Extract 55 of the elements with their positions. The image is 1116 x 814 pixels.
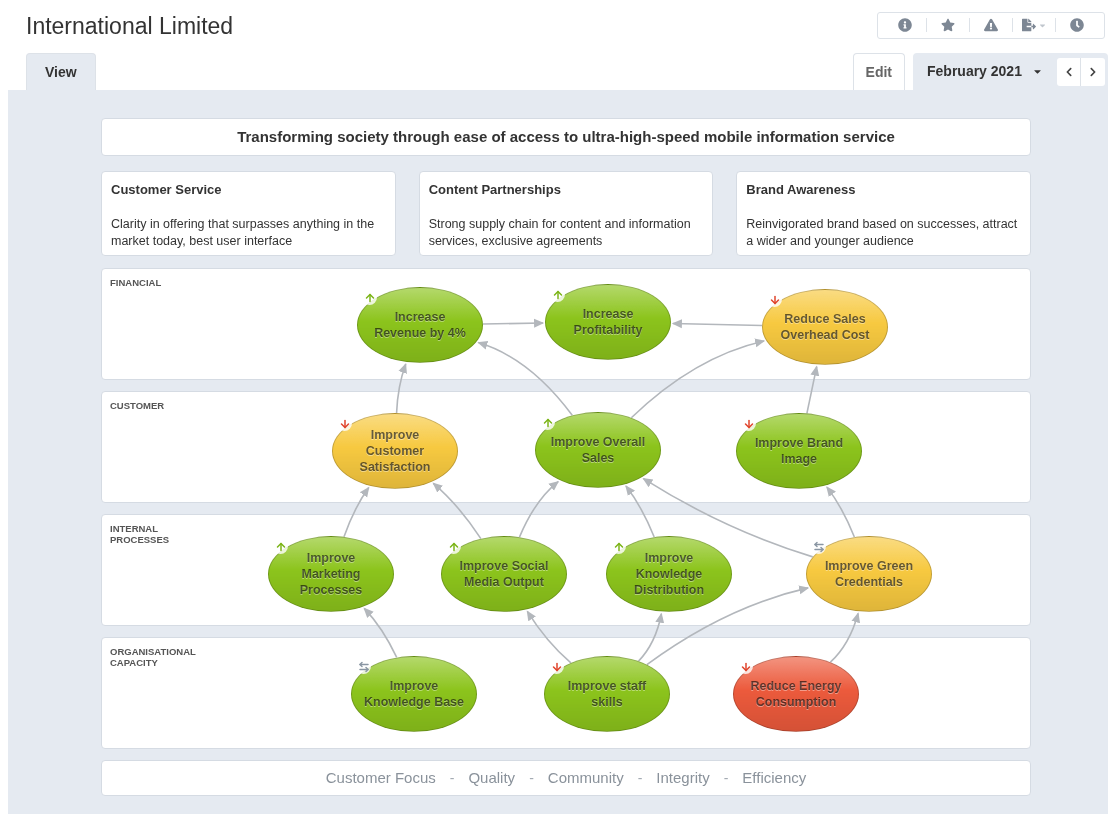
connector-arrow (432, 482, 482, 540)
objective-label: Reduce Sales Overhead Cost (779, 311, 871, 343)
connector-arrow (806, 365, 820, 415)
perspective-label: FINANCIAL (110, 277, 163, 288)
objective-label: Improve Customer Satisfaction (358, 427, 432, 475)
connector-arrow (829, 612, 860, 663)
previous-button[interactable] (1057, 57, 1081, 86)
export-icon (1021, 18, 1036, 32)
objective-label: Improve Brand Image (753, 435, 845, 467)
value-label: Efficiency (742, 767, 807, 788)
connector-arrow (526, 610, 572, 664)
clock-icon (1070, 18, 1084, 32)
next-button[interactable] (1081, 57, 1105, 86)
separator: - (449, 768, 455, 788)
value-label: Community (547, 767, 624, 788)
connector-arrow (518, 480, 559, 538)
separator: - (637, 768, 643, 788)
connector-arrow (395, 362, 407, 414)
theme-title: Brand Awareness (746, 181, 857, 199)
perspective-label: INTERNAL PROCESSES (110, 523, 171, 545)
connector-arrow (363, 607, 398, 659)
page-title: International Limited (26, 12, 234, 42)
view-tab[interactable]: View (26, 53, 96, 90)
value-label: Quality (468, 767, 516, 788)
objective-label: Improve Overall Sales (549, 434, 647, 466)
separator: - (723, 768, 729, 788)
connector-arrow (482, 318, 545, 328)
star-icon (941, 18, 955, 32)
objective-label: Improve Knowledge Base (363, 678, 465, 710)
connector-arrow (826, 486, 856, 538)
chevron-right-icon (1088, 66, 1098, 77)
mission-statement: Transforming society through ease of access to ultra-high-speed mobile information service (101, 118, 1031, 156)
objective-label: Improve Green Credentials (823, 558, 915, 590)
theme-title: Customer Service (111, 181, 223, 199)
objective-label: Improve Marketing Processes (298, 550, 364, 598)
theme-description: Strong supply chain for content and information services, exclusive agreements (428, 215, 692, 250)
objective-label: Improve Social Media Output (458, 558, 550, 590)
theme-title: Content Partnerships (428, 181, 562, 199)
perspective-label: ORGANISATIONAL CAPACITY (110, 646, 197, 668)
info-icon (898, 18, 912, 32)
theme-description: Reinvigorated brand based on successes, attract a wider and younger audience (746, 215, 1019, 250)
value-label: Customer Focus (325, 767, 436, 788)
objective-label: Increase Revenue by 4% (373, 309, 467, 341)
period-dropdown[interactable]: February 2021 (927, 61, 1043, 82)
separator: - (529, 768, 534, 788)
objective-label: Reduce Energy Consumption (749, 678, 843, 710)
theme-description: Clarity in offering that surpasses anything in the market today, best user interface (111, 215, 376, 250)
objective-label: Improve staff skills (566, 678, 648, 710)
objective-label: Increase Profitability (572, 306, 644, 338)
warning-icon (984, 18, 998, 32)
perspective-label: CUSTOMER (110, 400, 166, 411)
value-label: Integrity (656, 767, 710, 788)
connector-arrow (343, 486, 370, 538)
edit-tab[interactable]: Edit (852, 53, 905, 90)
objective-label: Improve Knowledge Distribution (632, 550, 706, 598)
